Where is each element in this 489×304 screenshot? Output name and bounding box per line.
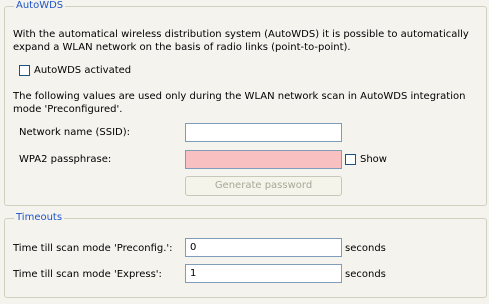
wpa2-passphrase-input[interactable] (185, 150, 342, 169)
timeouts-group (4, 218, 487, 298)
autowds-note-line1: The following values are used only durin… (13, 91, 466, 102)
generate-password-button[interactable]: Generate password (185, 176, 342, 196)
autowds-description-line2: expand a WLAN network on the basis of ra… (13, 42, 351, 53)
preconfig-timeout-input[interactable]: 0 (185, 238, 342, 257)
express-timeout-input[interactable]: 1 (185, 264, 342, 283)
show-passphrase-label[interactable]: Show (360, 153, 387, 166)
preconfig-timeout-unit: seconds (345, 243, 386, 254)
express-timeout-label: Time till scan mode 'Express': (13, 269, 162, 280)
wpa2-passphrase-label: WPA2 passphrase: (19, 154, 112, 165)
autowds-description-line1: With the automatical wireless distributi… (13, 29, 469, 40)
autowds-activated-checkbox[interactable] (19, 65, 30, 76)
express-timeout-unit: seconds (345, 269, 386, 280)
preconfig-timeout-label: Time till scan mode 'Preconfig.': (13, 243, 173, 254)
autowds-activated-label[interactable]: AutoWDS activated (34, 64, 131, 77)
autowds-group-title: AutoWDS (14, 0, 66, 12)
ssid-label: Network name (SSID): (19, 127, 130, 138)
ssid-input[interactable] (185, 123, 342, 142)
autowds-note-line2: mode 'Preconfigured'. (13, 104, 123, 115)
timeouts-group-title: Timeouts (14, 212, 65, 224)
show-passphrase-checkbox[interactable] (345, 154, 356, 165)
